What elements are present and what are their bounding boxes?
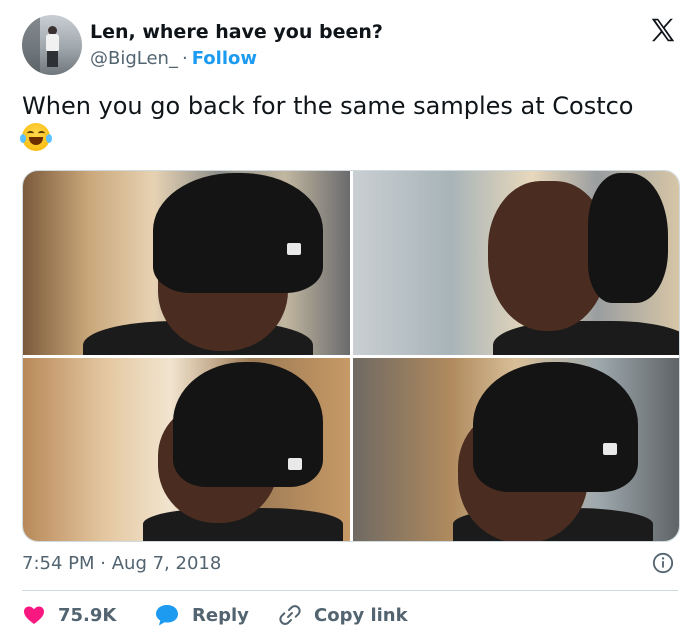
media-photo-3[interactable] [23, 357, 350, 541]
author-name[interactable]: Len, where have you been? [90, 21, 383, 43]
media-photo-1[interactable] [23, 171, 350, 355]
reply-button[interactable]: Reply [154, 600, 249, 630]
tweet-text-block: When you go back for the same samples at… [20, 90, 682, 154]
tweet-timestamp[interactable]: 7:54 PM · Aug 7, 2018 [22, 553, 221, 574]
tweet-header: Len, where have you been? @BigLen_ · Follo… [22, 15, 682, 79]
like-button[interactable]: 75.9K [22, 600, 116, 630]
link-icon [279, 605, 301, 625]
face-with-tears-of-joy-emoji [20, 123, 52, 151]
like-count: 75.9K [58, 604, 117, 626]
author-handle-line: @BigLen_ · Follow [90, 48, 257, 69]
tweet-date: Aug 7, 2018 [111, 553, 222, 574]
copy-link-button[interactable]: Copy link [278, 600, 408, 630]
speech-bubble-icon [156, 605, 178, 626]
media-photo-4[interactable] [352, 357, 679, 541]
divider [22, 590, 678, 591]
author-handle[interactable]: @BigLen_ [90, 48, 178, 69]
heart-icon [24, 606, 44, 624]
avatar[interactable] [22, 15, 82, 75]
tweet-time: 7:54 PM [22, 553, 95, 574]
info-icon[interactable] [652, 552, 674, 574]
x-logo-icon[interactable] [648, 15, 678, 45]
tweet-text: When you go back for the same samples at… [22, 92, 634, 120]
separator-dot: · [181, 48, 188, 69]
copy-link-label: Copy link [314, 604, 408, 626]
tweet-card: Len, where have you been? @BigLen_ · Follo… [0, 0, 700, 642]
timestamp-dot: · [100, 553, 106, 574]
media-photo-2[interactable] [352, 171, 679, 355]
reply-label: Reply [192, 604, 249, 626]
follow-button[interactable]: Follow [192, 48, 257, 69]
media-grid [22, 170, 680, 542]
